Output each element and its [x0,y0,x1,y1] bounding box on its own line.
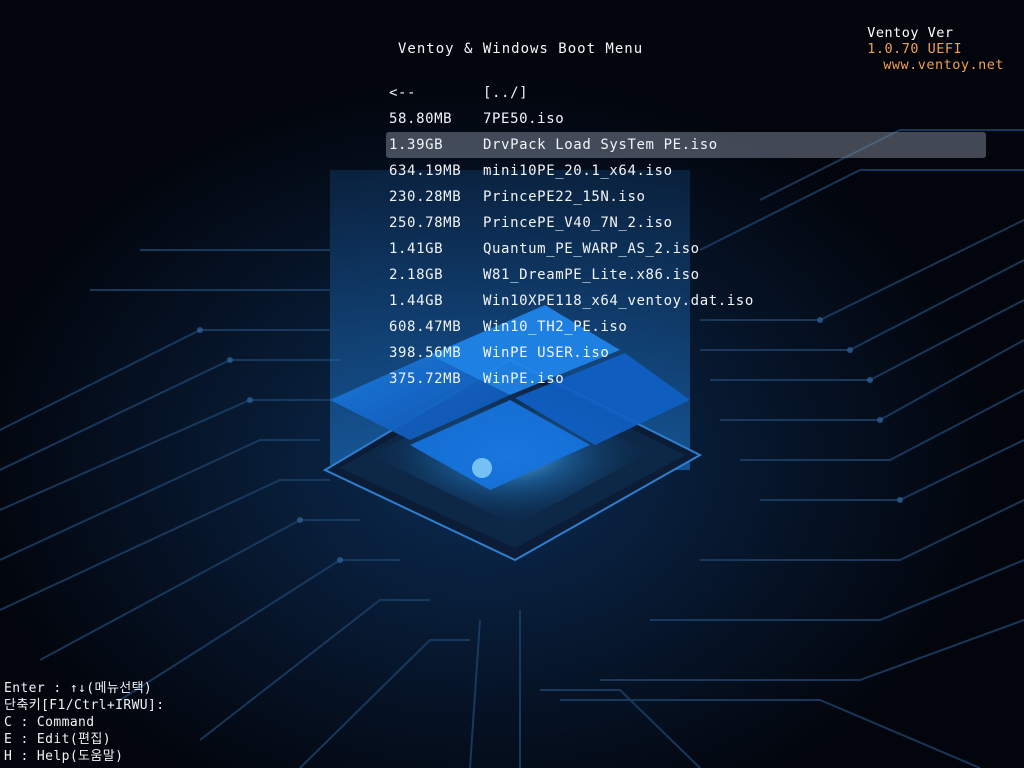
file-size: <-- [389,85,417,101]
file-name: Win10XPE118_x64_ventoy.dat.iso [483,293,754,309]
product-name: Ventoy Ver [867,25,954,41]
file-size: 1.41GB [389,241,444,257]
file-size: 634.19MB [389,163,462,179]
file-name: PrincePE22_15N.iso [483,189,646,205]
file-size: 58.80MB [389,111,453,127]
file-name: Quantum_PE_WARP_AS_2.iso [483,241,700,257]
menu-title: Ventoy & Windows Boot Menu [398,41,644,57]
menu-item[interactable]: 1.41GB Quantum_PE_WARP_AS_2.iso [386,236,986,262]
file-size: 250.78MB [389,215,462,231]
help-panel: Enter : ↑↓(메뉴선택) 단축키[F1/Ctrl+IRWU]: C : … [4,680,164,765]
website-url: www.ventoy.net [883,57,1004,73]
file-size: 1.44GB [389,293,444,309]
file-name: Win10_TH2_PE.iso [483,319,628,335]
menu-item[interactable]: 2.18GB W81_DreamPE_Lite.x86.iso [386,262,986,288]
help-help: H : Help(도움말) [4,749,124,764]
help-edit: E : Edit(편집) [4,732,111,747]
file-name: WinPE USER.iso [483,345,610,361]
help-command: C : Command [4,715,95,730]
file-size: 608.47MB [389,319,462,335]
file-size: 398.56MB [389,345,462,361]
version-number: 1.0.70 UEFI [867,41,963,57]
file-name: WinPE.iso [483,371,565,387]
menu-item[interactable]: 608.47MB Win10_TH2_PE.iso [386,314,986,340]
file-name: mini10PE_20.1_x64.iso [483,163,673,179]
file-name: W81_DreamPE_Lite.x86.iso [483,267,700,283]
file-size: 2.18GB [389,267,444,283]
menu-item[interactable]: 230.28MB PrincePE22_15N.iso [386,184,986,210]
menu-item[interactable]: 58.80MB 7PE50.iso [386,106,986,132]
menu-item[interactable]: 375.72MB WinPE.iso [386,366,986,392]
file-name: PrincePE_V40_7N_2.iso [483,215,673,231]
file-size: 1.39GB [389,137,444,153]
menu-item[interactable]: 634.19MB mini10PE_20.1_x64.iso [386,158,986,184]
file-name: [../] [483,85,529,101]
menu-item-selected[interactable]: 1.39GB DrvPack Load SysTem PE.iso [386,132,986,158]
file-size: 230.28MB [389,189,462,205]
file-name: 7PE50.iso [483,111,565,127]
version-header: Ventoy Ver 1.0.70 UEFI www.ventoy.net [850,9,1004,73]
help-hotkey: 단축키[F1/Ctrl+IRWU]: [4,698,165,713]
menu-item[interactable]: <-- [../] [386,80,986,106]
menu-item[interactable]: 1.44GB Win10XPE118_x64_ventoy.dat.iso [386,288,986,314]
help-enter: Enter : ↑↓(메뉴선택) [4,681,153,696]
file-name: DrvPack Load SysTem PE.iso [483,137,718,153]
file-size: 375.72MB [389,371,462,387]
menu-item[interactable]: 398.56MB WinPE USER.iso [386,340,986,366]
menu-item[interactable]: 250.78MB PrincePE_V40_7N_2.iso [386,210,986,236]
boot-menu: <-- [../] 58.80MB 7PE50.iso 1.39GB DrvPack Lo… [386,80,986,392]
